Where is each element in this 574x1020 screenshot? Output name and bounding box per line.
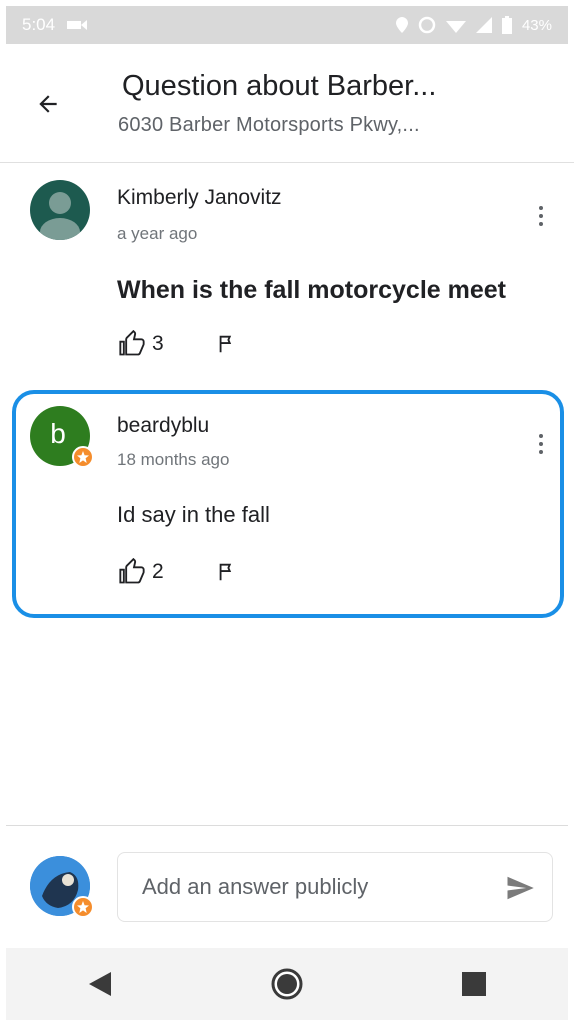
arrow-left-icon: [39, 95, 57, 113]
send-button[interactable]: [504, 873, 536, 908]
flag-button[interactable]: [216, 333, 238, 355]
status-time: 5:04: [22, 15, 56, 34]
flag-icon: [219, 563, 231, 581]
thumb-up-icon: [119, 330, 145, 356]
local-guide-badge: [72, 446, 94, 468]
battery-icon: [501, 16, 512, 34]
status-right: 43%: [395, 16, 552, 34]
post-time: a year ago: [117, 224, 198, 243]
more-vert-icon: [539, 206, 543, 210]
flag-button[interactable]: [216, 561, 238, 583]
more-options-button[interactable]: [529, 424, 553, 464]
circle-home-icon: [271, 968, 303, 1000]
post-time: 18 months ago: [117, 450, 230, 469]
like-count: 2: [152, 560, 164, 583]
data-saver-icon: [418, 16, 436, 34]
system-nav-bar: [6, 948, 568, 1020]
answer-input[interactable]: [140, 873, 474, 901]
current-user-avatar[interactable]: [30, 856, 94, 918]
author-name[interactable]: Kimberly Janovitz: [117, 186, 282, 210]
triangle-back-icon: [88, 972, 111, 996]
default-avatar-icon: [40, 192, 80, 240]
like-button[interactable]: 3: [118, 330, 164, 358]
back-button[interactable]: [30, 86, 66, 122]
wifi-icon: [445, 21, 466, 33]
notification-icon: [67, 20, 88, 30]
page-subtitle: 6030 Barber Motorsports Pkwy,...: [118, 114, 420, 136]
send-icon: [507, 876, 534, 900]
like-count: 3: [152, 332, 164, 355]
author-name[interactable]: beardyblu: [117, 414, 209, 438]
question-text: When is the fall motorcycle meet: [117, 276, 506, 304]
star-icon: [77, 901, 89, 913]
question-actions: 3: [118, 330, 238, 358]
star-icon: [77, 451, 89, 463]
location-icon: [395, 17, 408, 33]
more-options-button[interactable]: [529, 196, 553, 236]
status-bar: 5:04 43%: [6, 6, 568, 44]
local-guide-badge: [72, 896, 94, 918]
answer-compose-box[interactable]: [117, 852, 553, 922]
like-button[interactable]: 2: [118, 558, 164, 586]
nav-home-button[interactable]: [257, 954, 317, 1014]
page-title: Question about Barber...: [122, 70, 437, 102]
square-recent-icon: [462, 972, 487, 996]
status-left: 5:04: [22, 15, 88, 35]
more-vert-icon: [539, 434, 543, 438]
question-post: Kimberly Janovitz a year ago When is the…: [0, 162, 574, 382]
nav-recent-button[interactable]: [444, 954, 504, 1014]
compose-divider: [6, 825, 568, 826]
nav-back-button[interactable]: [70, 954, 130, 1014]
avatar[interactable]: [30, 180, 90, 240]
signal-icon: [475, 17, 492, 33]
thumb-up-icon: [119, 558, 145, 584]
answer-post: b beardyblu 18 months ago Id say in the …: [0, 392, 574, 618]
answer-text: Id say in the fall: [117, 502, 270, 527]
app-header: Question about Barber... 6030 Barber Mot…: [0, 44, 574, 163]
battery-percent: 43%: [521, 16, 552, 34]
answer-actions: 2: [118, 558, 238, 586]
avatar-letter: b: [50, 418, 66, 449]
avatar[interactable]: b: [30, 406, 94, 468]
flag-icon: [219, 335, 231, 353]
